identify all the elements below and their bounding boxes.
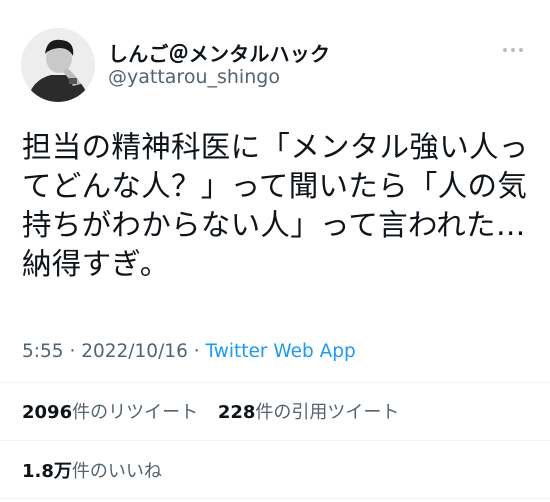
- tweet-time: 5:55: [22, 341, 64, 362]
- divider: [0, 440, 550, 441]
- user-handle[interactable]: @yattarou_shingo: [108, 66, 280, 88]
- tweet-meta: 5:55 · 2022/10/16 · Twitter Web App: [22, 341, 356, 362]
- quote-count[interactable]: 228件の引用ツイート: [218, 402, 400, 423]
- retweet-count[interactable]: 2096件のリツイート: [22, 402, 198, 423]
- tweet-text: 担当の精神科医に「メンタル強い人っ てどんな人？」って聞いたら「人の気 持ちがわ…: [22, 130, 529, 281]
- tweet-date: 2022/10/16: [81, 341, 188, 362]
- like-count[interactable]: 1.8万件のいいね: [22, 457, 162, 483]
- like-count-label: 件のいいね: [71, 461, 162, 482]
- avatar[interactable]: [21, 28, 95, 102]
- more-dots-icon[interactable]: [498, 40, 528, 60]
- divider: [0, 498, 550, 499]
- quote-count-label: 件の引用ツイート: [255, 402, 400, 423]
- retweet-count-value: 2096: [22, 402, 73, 423]
- source-app-link[interactable]: Twitter Web App: [206, 341, 356, 362]
- meta-separator-2: ·: [193, 341, 200, 362]
- like-count-value: 1.8万: [22, 461, 72, 482]
- engagement-stats: 2096件のリツイート 228件の引用ツイート: [22, 398, 399, 424]
- quote-count-value: 228: [217, 402, 256, 423]
- retweet-count-label: 件のリツイート: [72, 402, 199, 423]
- divider: [0, 382, 550, 383]
- meta-separator: ·: [69, 341, 76, 362]
- display-name[interactable]: しんご＠メンタルハック: [108, 38, 330, 67]
